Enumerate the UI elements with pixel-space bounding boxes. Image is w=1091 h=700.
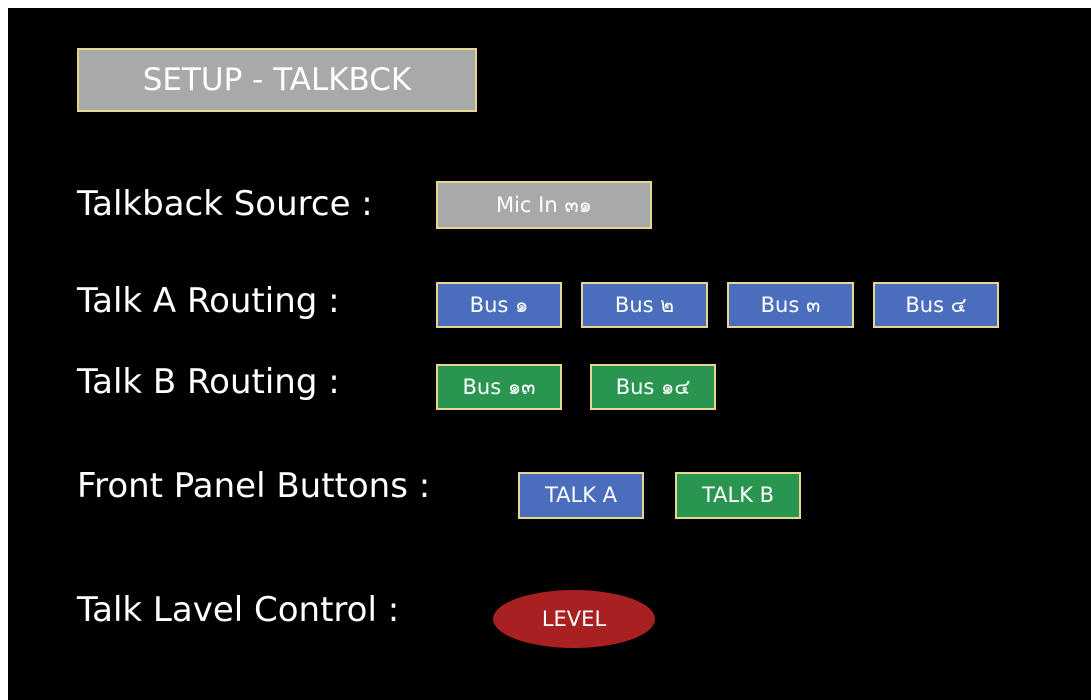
talk-b-routing-label: Talk B Routing :	[77, 362, 340, 402]
talk-b-button[interactable]: TALK B	[675, 472, 801, 519]
page-title: SETUP - TALKBCK	[77, 48, 477, 112]
talk-a-routing-label: Talk A Routing :	[77, 281, 340, 321]
talk-a-bus-4-button[interactable]: Bus ๔	[873, 282, 999, 328]
talkback-source-selector[interactable]: Mic In ๓๑	[436, 181, 652, 229]
talk-a-bus-3-button[interactable]: Bus ๓	[727, 282, 854, 328]
talk-a-bus-2-button[interactable]: Bus ๒	[581, 282, 708, 328]
talk-b-bus-13-button[interactable]: Bus ๑๓	[436, 364, 562, 410]
level-knob[interactable]: LEVEL	[493, 590, 655, 648]
talk-b-bus-14-button[interactable]: Bus ๑๔	[590, 364, 716, 410]
talk-level-control-label: Talk Lavel Control :	[77, 590, 400, 630]
talkback-setup-screen: SETUP - TALKBCK Talkback Source : Mic In…	[8, 8, 1091, 700]
front-panel-buttons-label: Front Panel Buttons :	[77, 466, 431, 506]
talk-a-button[interactable]: TALK A	[518, 472, 644, 519]
talkback-source-label: Talkback Source :	[77, 184, 373, 224]
talk-a-bus-1-button[interactable]: Bus ๑	[436, 282, 562, 328]
